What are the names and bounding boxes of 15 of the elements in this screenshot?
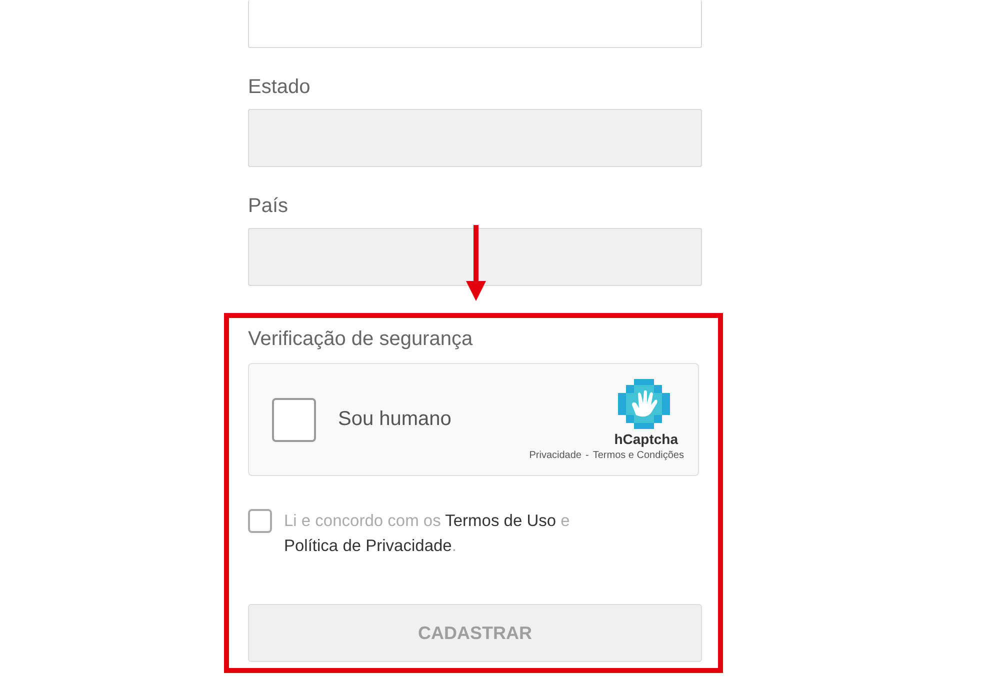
agreement-text: Li e concordo com os Termos de Uso e Política de Privacidade. [284, 511, 571, 557]
captcha-brand: hCaptcha [614, 430, 678, 446]
captcha-checkbox[interactable] [272, 398, 316, 442]
terms-link[interactable]: Termos de Uso [445, 512, 556, 530]
hand-logo-icon [618, 378, 670, 428]
terms-link[interactable]: Termos e Condições [592, 450, 684, 460]
input-field[interactable] [248, 0, 702, 48]
field-label: Estado [248, 76, 312, 99]
terms-link[interactable]: Política de Privacidade [284, 537, 452, 555]
section-heading: Verificação de segurança [248, 328, 474, 351]
link-separator: - [586, 450, 589, 460]
field-label: País [248, 195, 290, 218]
privacy-link[interactable]: Privacidade [529, 450, 582, 460]
captcha-label: Sou humano [338, 408, 452, 431]
agreement-checkbox[interactable] [248, 509, 272, 533]
